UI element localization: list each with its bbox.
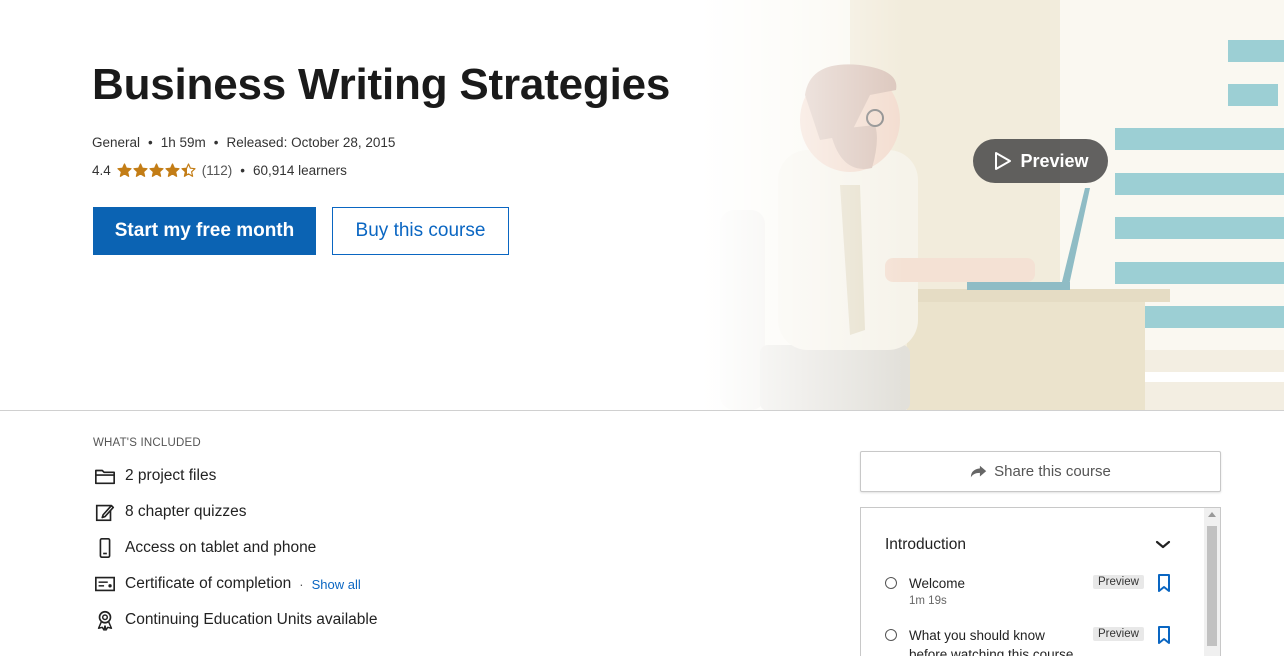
rating-stars xyxy=(117,163,196,178)
preview-badge: Preview xyxy=(1093,575,1144,589)
lesson-status-radio xyxy=(885,629,897,641)
separator-dot: · xyxy=(299,576,304,592)
star-full-icon xyxy=(165,163,180,177)
star-half-icon xyxy=(181,163,196,177)
star-full-icon xyxy=(133,163,148,177)
included-item-label: Continuing Education Units available xyxy=(125,611,378,628)
preview-badge: Preview xyxy=(1093,627,1144,641)
included-heading: WHAT'S INCLUDED xyxy=(93,437,201,449)
bookmark-icon[interactable] xyxy=(1157,626,1171,644)
included-list: 2 project files 8 chapter quizzes Access… xyxy=(93,458,377,638)
hero-divider xyxy=(0,410,1284,411)
included-item-label: 2 project files xyxy=(125,467,217,484)
included-item-quizzes: 8 chapter quizzes xyxy=(93,494,377,530)
course-hero: Business Writing Strategies General • 1h… xyxy=(0,0,1284,411)
scroll-up-arrow-icon[interactable] xyxy=(1208,512,1216,517)
table-of-contents: Introduction Welcome 1m 19s Preview What… xyxy=(860,507,1221,656)
included-item-certificate: Certificate of completion · Show all xyxy=(93,566,377,602)
play-icon xyxy=(995,152,1012,170)
rating-value: 4.4 xyxy=(92,163,111,178)
star-full-icon xyxy=(149,163,164,177)
included-item-label: Access on tablet and phone xyxy=(125,539,317,556)
lesson-status-radio xyxy=(885,577,897,589)
buy-course-button[interactable]: Buy this course xyxy=(332,207,509,255)
included-item-label: 8 chapter quizzes xyxy=(125,503,247,520)
course-level: General xyxy=(92,135,141,150)
preview-label: Preview xyxy=(1020,150,1089,171)
ribbon-icon xyxy=(93,608,117,632)
scrollbar[interactable] xyxy=(1204,508,1220,656)
quiz-icon xyxy=(93,500,117,524)
included-item-project-files: 2 project files xyxy=(93,458,377,494)
separator-dot: • xyxy=(148,135,153,150)
start-free-month-button[interactable]: Start my free month xyxy=(93,207,316,255)
share-icon xyxy=(971,465,987,477)
chapter-title[interactable]: Introduction xyxy=(885,536,966,554)
star-full-icon xyxy=(117,163,132,177)
course-title: Business Writing Strategies xyxy=(92,60,671,109)
review-count[interactable]: (112) xyxy=(202,163,233,178)
included-item-mobile-access: Access on tablet and phone xyxy=(93,530,377,566)
separator-dot: • xyxy=(240,163,246,178)
bookmark-icon[interactable] xyxy=(1157,574,1171,592)
lesson-title[interactable]: Welcome xyxy=(909,574,1079,593)
course-rating-row: 4.4 (112) • 60,914 learners xyxy=(92,163,347,178)
course-duration: 1h 59m xyxy=(160,135,206,150)
learner-count: 60,914 learners xyxy=(253,163,347,178)
included-item-label: Certificate of completion xyxy=(125,575,292,592)
show-all-link[interactable]: Show all xyxy=(312,577,361,592)
included-item-ceu: Continuing Education Units available xyxy=(93,602,377,638)
hero-illustration xyxy=(700,0,1284,411)
preview-button[interactable]: Preview xyxy=(973,139,1108,183)
folder-icon xyxy=(93,464,117,488)
course-release-date: Released: October 28, 2015 xyxy=(226,135,396,150)
lesson-duration: 1m 19s xyxy=(909,595,947,607)
lesson-title[interactable]: What you should know before watching thi… xyxy=(909,626,1079,656)
course-meta: General • 1h 59m • Released: October 28,… xyxy=(92,135,395,150)
scrollbar-thumb[interactable] xyxy=(1207,526,1217,646)
share-course-button[interactable]: Share this course xyxy=(860,451,1221,492)
chevron-down-icon[interactable] xyxy=(1154,536,1172,554)
share-label: Share this course xyxy=(994,463,1111,480)
certificate-icon xyxy=(93,572,117,596)
separator-dot: • xyxy=(213,135,219,150)
phone-icon xyxy=(93,536,117,560)
